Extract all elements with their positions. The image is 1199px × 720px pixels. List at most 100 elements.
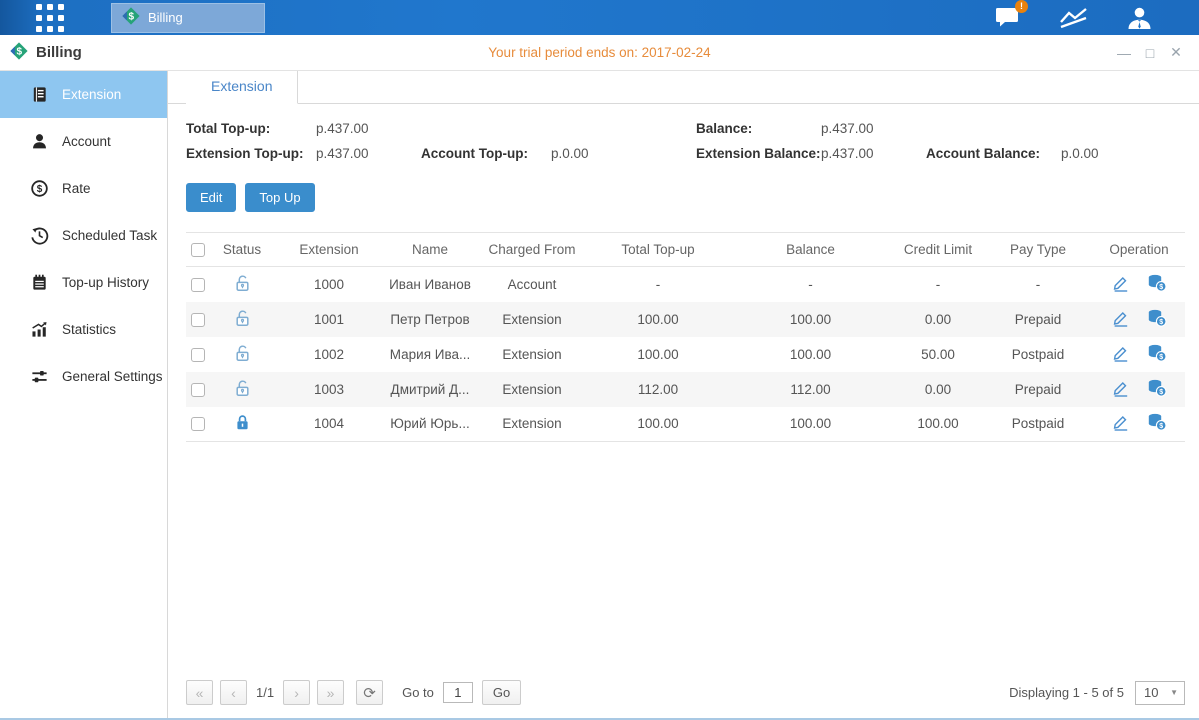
topup-row-icon[interactable]: $	[1147, 274, 1167, 292]
column-header-total-top-up[interactable]: Total Top-up	[588, 233, 728, 267]
column-header-pay-type[interactable]: Pay Type	[983, 233, 1093, 267]
cell-charged-from: Extension	[476, 407, 588, 442]
column-header-balance[interactable]: Balance	[728, 233, 893, 267]
sidebar-item-scheduled-task[interactable]: Scheduled Task	[0, 212, 167, 259]
column-header-operation[interactable]: Operation	[1093, 233, 1185, 267]
last-page-button[interactable]: »	[317, 680, 344, 705]
cell-total-topup: -	[588, 267, 728, 302]
sliders-icon	[30, 367, 49, 386]
goto-page-input[interactable]	[443, 682, 473, 703]
sidebar-item-account[interactable]: Account	[0, 118, 167, 165]
sidebar-item-label: Account	[62, 134, 111, 149]
cell-balance: 112.00	[728, 372, 893, 407]
cell-pay-type: -	[983, 267, 1093, 302]
trial-notice: Your trial period ends on: 2017-02-24	[0, 45, 1199, 60]
row-checkbox[interactable]	[191, 313, 205, 327]
billing-app-icon: $	[122, 7, 140, 28]
table-body: 1000Иван ИвановAccount----$1001Петр Петр…	[186, 267, 1185, 442]
page-size-select[interactable]: 10 ▼	[1135, 681, 1185, 705]
next-page-button[interactable]: ›	[283, 680, 310, 705]
extension-topup-label: Extension Top-up:	[186, 146, 316, 161]
edit-button[interactable]: Edit	[186, 183, 236, 212]
edit-row-icon[interactable]	[1112, 413, 1130, 431]
column-header-extension[interactable]: Extension	[274, 233, 384, 267]
cell-charged-from: Extension	[476, 337, 588, 372]
lock-open-icon	[235, 309, 250, 327]
apps-grid-icon[interactable]	[36, 4, 66, 32]
cell-total-topup: 100.00	[588, 302, 728, 337]
notifications-chat-icon[interactable]: !	[994, 6, 1021, 30]
sidebar-item-rate[interactable]: $Rate	[0, 165, 167, 212]
column-header-status[interactable]: Status	[210, 233, 274, 267]
go-button[interactable]: Go	[482, 680, 521, 705]
cell-credit-limit: 0.00	[893, 302, 983, 337]
row-checkbox[interactable]	[191, 417, 205, 431]
taskbar-item-billing[interactable]: $ Billing	[111, 3, 265, 33]
sidebar-item-label: General Settings	[62, 369, 163, 384]
sidebar-item-top-up-history[interactable]: Top-up History	[0, 259, 167, 306]
svg-text:$: $	[17, 47, 23, 58]
row-checkbox[interactable]	[191, 278, 205, 292]
chevron-down-icon: ▼	[1170, 688, 1184, 697]
displaying-status: Displaying 1 - 5 of 5	[1009, 685, 1124, 700]
topup-row-icon[interactable]: $	[1147, 344, 1167, 362]
window-titlebar: $ Billing Your trial period ends on: 201…	[0, 35, 1199, 71]
edit-row-icon[interactable]	[1112, 309, 1130, 327]
total-topup-label: Total Top-up:	[186, 121, 316, 136]
page-indicator: 1/1	[256, 685, 274, 700]
maximize-icon[interactable]: □	[1139, 42, 1161, 64]
first-page-button[interactable]: «	[186, 680, 213, 705]
sidebar-item-extension[interactable]: Extension	[0, 71, 167, 118]
total-topup-value: p.437.00	[316, 121, 421, 136]
cell-total-topup: 100.00	[588, 407, 728, 442]
column-header-charged-from[interactable]: Charged From	[476, 233, 588, 267]
prev-page-button[interactable]: ‹	[220, 680, 247, 705]
svg-text:$: $	[1159, 389, 1163, 396]
user-account-icon[interactable]	[1126, 6, 1153, 30]
cell-pay-type: Prepaid	[983, 372, 1093, 407]
sidebar-item-label: Scheduled Task	[62, 228, 157, 243]
sidebar-item-general-settings[interactable]: General Settings	[0, 353, 167, 400]
billing-summary: Total Top-up: p.437.00 Balance: p.437.00…	[186, 121, 1185, 161]
cell-pay-type: Postpaid	[983, 407, 1093, 442]
minimize-icon[interactable]: —	[1113, 42, 1135, 64]
cell-extension: 1004	[274, 407, 384, 442]
extension-balance-label: Extension Balance:	[696, 146, 821, 161]
edit-row-icon[interactable]	[1112, 274, 1130, 292]
svg-text:$: $	[1159, 284, 1163, 291]
cell-name: Дмитрий Д...	[384, 372, 476, 407]
row-checkbox[interactable]	[191, 383, 205, 397]
row-checkbox[interactable]	[191, 348, 205, 362]
topup-row-icon[interactable]: $	[1147, 413, 1167, 431]
sidebar-item-label: Top-up History	[62, 275, 149, 290]
edit-row-icon[interactable]	[1112, 379, 1130, 397]
cell-extension: 1001	[274, 302, 384, 337]
ledger-icon	[30, 85, 49, 104]
taskbar-item-label: Billing	[148, 10, 183, 25]
topup-button[interactable]: Top Up	[245, 183, 314, 212]
tab-extension[interactable]: Extension	[186, 71, 298, 104]
cell-balance: 100.00	[728, 407, 893, 442]
edit-row-icon[interactable]	[1112, 344, 1130, 362]
column-header-credit-limit[interactable]: Credit Limit	[893, 233, 983, 267]
cell-pay-type: Prepaid	[983, 302, 1093, 337]
topup-row-icon[interactable]: $	[1147, 309, 1167, 327]
billing-app-icon: $	[10, 42, 28, 63]
cell-balance: -	[728, 267, 893, 302]
history-clock-icon	[30, 226, 49, 245]
table-header-row: StatusExtensionNameCharged FromTotal Top…	[186, 233, 1185, 267]
sidebar-menu: Extension Account $Rate Scheduled Task Top-u…	[0, 71, 168, 718]
cell-credit-limit: 0.00	[893, 372, 983, 407]
sidebar-item-statistics[interactable]: Statistics	[0, 306, 167, 353]
refresh-icon[interactable]: ⟳	[356, 680, 383, 705]
billing-diamond-icon: $	[122, 7, 140, 25]
lock-open-icon	[235, 274, 250, 292]
resource-monitor-icon[interactable]	[1058, 6, 1089, 30]
select-all-checkbox[interactable]	[191, 243, 205, 257]
cell-total-topup: 112.00	[588, 372, 728, 407]
account-topup-value: p.0.00	[551, 146, 696, 161]
topup-row-icon[interactable]: $	[1147, 379, 1167, 397]
close-icon[interactable]: ✕	[1165, 42, 1187, 64]
column-header-name[interactable]: Name	[384, 233, 476, 267]
svg-text:$: $	[37, 184, 43, 195]
